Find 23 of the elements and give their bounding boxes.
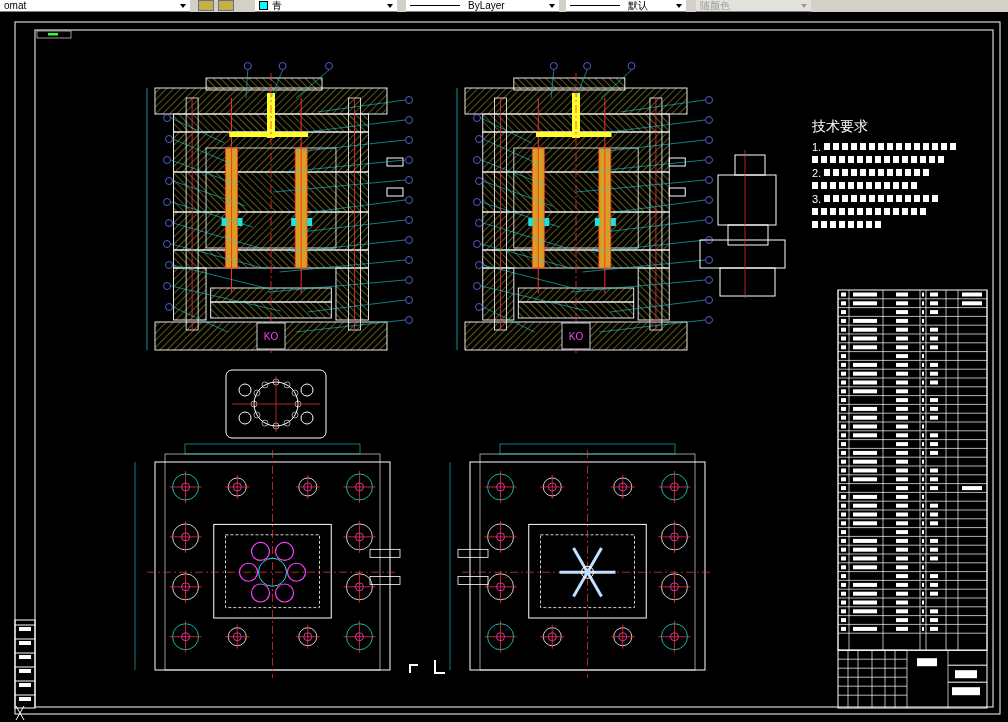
layers-icon[interactable] (198, 0, 214, 11)
requirement-number: 1. (812, 141, 822, 153)
section-mark-drawing (409, 659, 446, 674)
technical-requirements-title: 技术要求 (812, 118, 868, 134)
caret-icon (549, 4, 555, 8)
caret-icon (180, 4, 186, 8)
toolbar-dropdown[interactable]: ByLayer (406, 0, 559, 12)
toolbar-dropdown[interactable]: omat (0, 0, 190, 12)
ko-label: KO (568, 331, 584, 342)
requirement-number: 3. (812, 193, 822, 205)
drawing-number-tag (36, 30, 72, 39)
requirement-number: 2. (812, 167, 822, 179)
layers-icon[interactable] (218, 0, 234, 11)
ko-label: KO (263, 331, 279, 342)
line-sample-icon (410, 5, 460, 6)
caret-icon (801, 4, 807, 8)
line-sample-icon (570, 5, 620, 6)
caret-icon (387, 4, 393, 8)
toolbar-dropdown[interactable]: 青 (255, 0, 397, 12)
color-swatch-icon (259, 1, 268, 10)
ucs-icon (15, 705, 25, 721)
toolbar-dropdown[interactable]: 默认 (566, 0, 686, 12)
caret-icon (676, 4, 682, 8)
